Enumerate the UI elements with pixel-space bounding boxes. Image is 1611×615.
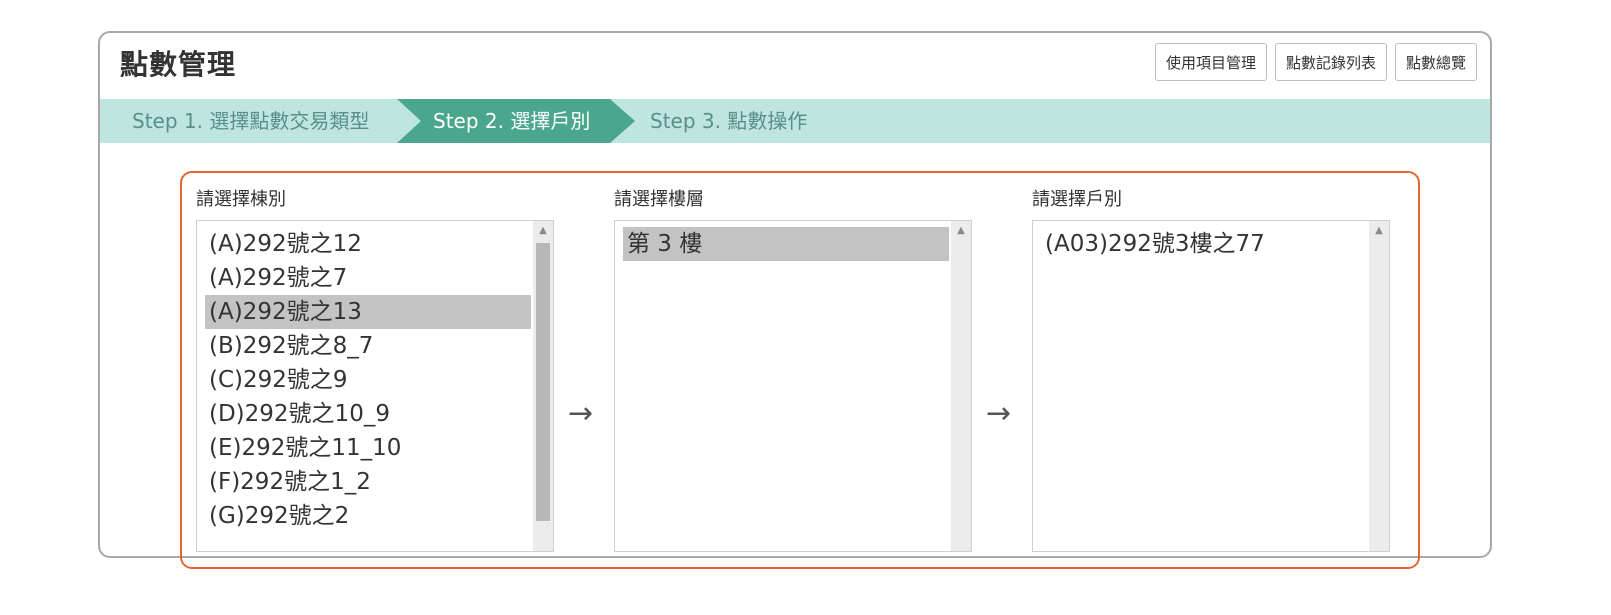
step-3[interactable]: Step 3. 點數操作 xyxy=(650,99,807,143)
building-listbox[interactable]: (A)292號之12 (A)292號之7 (A)292號之13 (B)292號之8_7… xyxy=(196,220,554,552)
floor-option[interactable]: 第 3 樓 xyxy=(623,227,949,261)
building-option[interactable]: (A)292號之7 xyxy=(205,261,531,295)
scroll-up-icon[interactable]: ▲ xyxy=(533,225,553,237)
building-option[interactable]: (B)292號之8_7 xyxy=(205,329,531,363)
unit-options: (A03)292號3樓之77 xyxy=(1041,227,1367,261)
building-scrollbar[interactable]: ▲ xyxy=(533,221,553,551)
building-options: (A)292號之12 (A)292號之7 (A)292號之13 (B)292號之8_7… xyxy=(205,227,531,533)
header-toolbar: 使用項目管理 點數記錄列表 點數總覽 xyxy=(1154,43,1477,81)
unit-scrollbar[interactable]: ▲ xyxy=(1369,221,1389,551)
floor-scrollbar[interactable]: ▲ xyxy=(951,221,971,551)
scroll-thumb[interactable] xyxy=(536,243,550,521)
scroll-up-icon[interactable]: ▲ xyxy=(1369,225,1389,237)
floor-listbox[interactable]: 第 3 樓 ▲ xyxy=(614,220,972,552)
unit-listbox[interactable]: (A03)292號3樓之77 ▲ xyxy=(1032,220,1390,552)
usage-item-management-button[interactable]: 使用項目管理 xyxy=(1154,43,1267,81)
building-option[interactable]: (E)292號之11_10 xyxy=(205,431,531,465)
building-option[interactable]: (F)292號之1_2 xyxy=(205,465,531,499)
building-label: 請選擇棟別 xyxy=(196,189,286,210)
page-title: 點數管理 xyxy=(120,48,237,81)
building-option[interactable]: (D)292號之10_9 xyxy=(205,397,531,431)
steps-bar: Step 1. 選擇點數交易類型 Step 2. 選擇戶別 Step 3. 點數… xyxy=(100,99,1490,143)
building-option[interactable]: (A)292號之12 xyxy=(205,227,531,261)
unit-label: 請選擇戶別 xyxy=(1032,189,1122,210)
floor-label: 請選擇樓層 xyxy=(614,189,704,210)
step-1[interactable]: Step 1. 選擇點數交易類型 xyxy=(132,99,369,143)
arrow-right-icon: → xyxy=(986,396,1012,431)
floor-options: 第 3 樓 xyxy=(623,227,949,261)
points-record-list-button[interactable]: 點數記錄列表 xyxy=(1274,43,1387,81)
building-option[interactable]: (C)292號之9 xyxy=(205,363,531,397)
building-option[interactable]: (A)292號之13 xyxy=(205,295,531,329)
building-option[interactable]: (G)292號之2 xyxy=(205,499,531,533)
arrow-right-icon: → xyxy=(568,396,594,431)
unit-option[interactable]: (A03)292號3樓之77 xyxy=(1041,227,1367,261)
points-overview-button[interactable]: 點數總覽 xyxy=(1394,43,1477,81)
step-2-active[interactable]: Step 2. 選擇戶別 xyxy=(397,99,635,143)
scroll-up-icon[interactable]: ▲ xyxy=(951,225,971,237)
